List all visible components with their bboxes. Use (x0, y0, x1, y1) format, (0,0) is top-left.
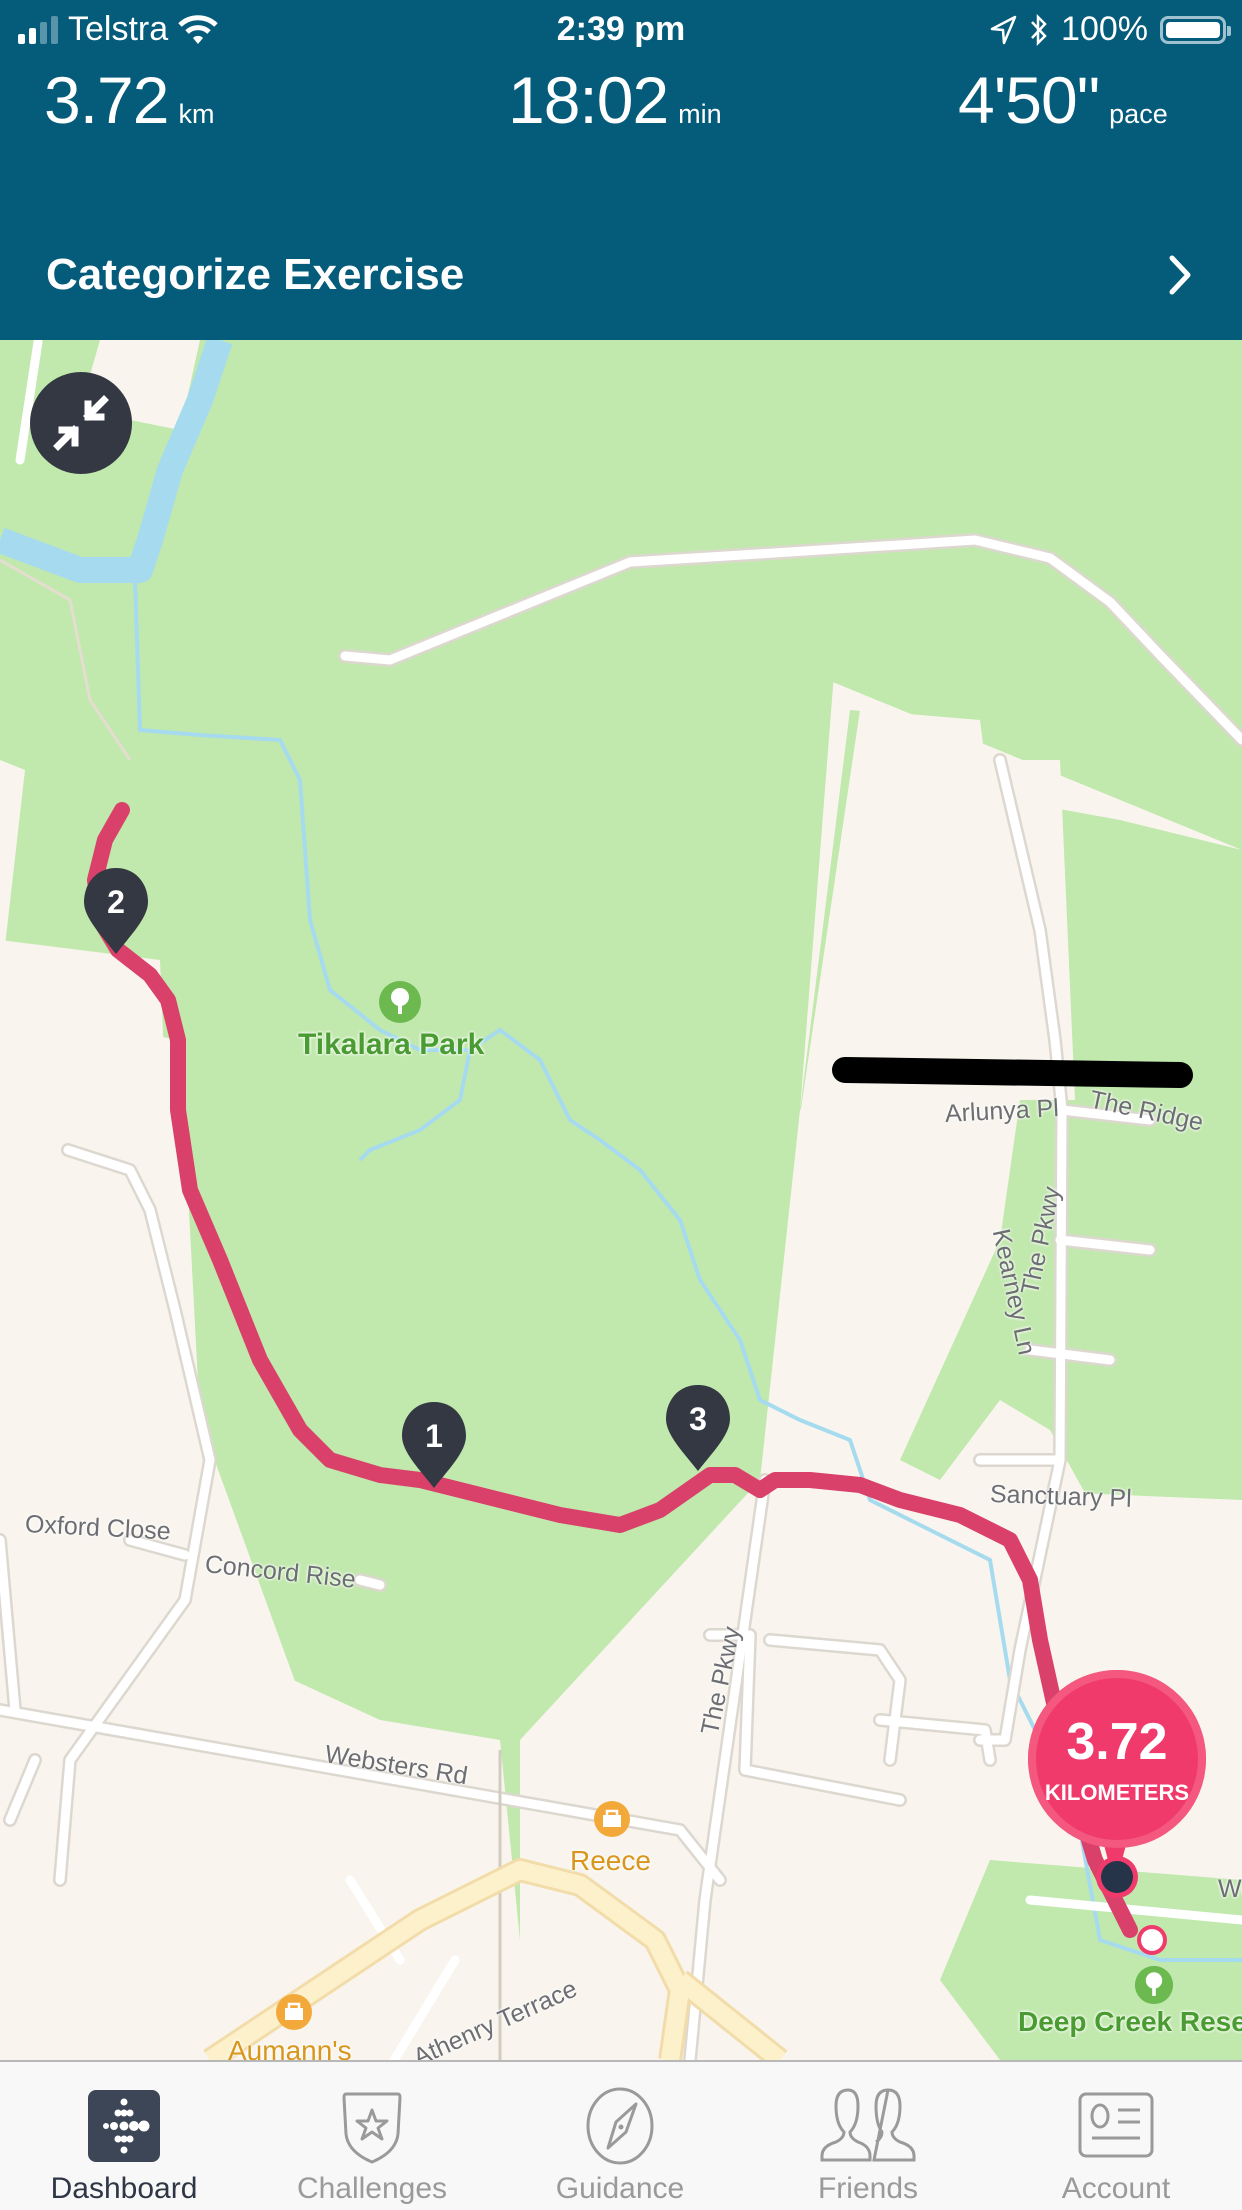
categorize-exercise-label: Categorize Exercise (46, 250, 465, 299)
friends-icon (820, 2088, 916, 2162)
workout-stats: 3.72 km 18:02 min 4'50" pace (0, 62, 1242, 142)
categorize-exercise-button[interactable]: Categorize Exercise (0, 230, 1242, 320)
poi-label: Reece (570, 1845, 651, 1876)
route-map[interactable]: Kearney Ln Arlunya Pl The Ridge The Pkwy… (0, 340, 1242, 2060)
pace-unit: pace (1109, 99, 1168, 129)
battery-icon (1160, 15, 1231, 44)
duration-value: 18:02 (508, 63, 669, 137)
split-marker[interactable]: 3 (664, 1383, 732, 1483)
bluetooth-icon (1031, 13, 1047, 46)
collapse-map-button[interactable] (30, 372, 132, 474)
shopping-bag-icon (594, 1801, 630, 1837)
shopping-bag-icon (276, 1994, 312, 2030)
split-number: 2 (107, 884, 125, 920)
split-number: 1 (425, 1418, 443, 1454)
status-bar: Telstra 2:39 pm 100% (0, 0, 1242, 60)
workout-header: Telstra 2:39 pm 100% 3.72 km 18:02 min 4… (0, 0, 1242, 340)
battery-percent: 100% (1061, 10, 1148, 48)
distance-badge-value: 3.72 (1066, 1713, 1168, 1771)
location-arrow-icon (990, 15, 1017, 44)
street-label: Sanctuary Pl (989, 1480, 1133, 1513)
split-marker[interactable]: 2 (82, 866, 150, 966)
tab-dashboard[interactable]: Dashboard (0, 2062, 248, 2210)
redaction-bar (832, 1057, 1193, 1088)
split-number: 3 (689, 1401, 707, 1437)
distance-badge: 3.72 KILOMETERS (1028, 1670, 1206, 1848)
duration-unit: min (678, 99, 722, 129)
tab-label: Dashboard (50, 2172, 198, 2205)
fitbit-dots-icon (88, 2090, 160, 2162)
tab-guidance[interactable]: Guidance (496, 2062, 744, 2210)
account-card-icon (1078, 2092, 1154, 2158)
end-point-icon (1096, 1856, 1138, 1898)
distance-value: 3.72 (44, 63, 169, 137)
pace-value: 4'50" (958, 63, 1100, 137)
park-label: Deep Creek Rese (1018, 2006, 1242, 2037)
tab-bar: Dashboard Challenges Guidance Friends Ac… (0, 2060, 1242, 2210)
stat-duration: 18:02 min (508, 62, 722, 138)
tab-label: Account (1061, 2172, 1171, 2205)
park-tree-icon (1134, 1965, 1174, 2005)
chevron-right-icon (1169, 255, 1191, 295)
distance-badge-label: KILOMETERS (1044, 1780, 1190, 1805)
start-point-icon (1137, 1925, 1167, 1955)
tab-friends[interactable]: Friends (744, 2062, 992, 2210)
distance-unit: km (178, 99, 215, 129)
street-label: Arlunya Pl (944, 1094, 1060, 1128)
split-marker[interactable]: 1 (400, 1400, 468, 1500)
park-label: Tikalara Park (298, 1028, 485, 1061)
stat-pace: 4'50" pace (958, 62, 1168, 138)
tab-label: Friends (817, 2172, 919, 2205)
tab-account[interactable]: Account (992, 2062, 1240, 2210)
status-right: 100% (989, 10, 1231, 49)
poi-label: Aumann's (228, 2035, 352, 2060)
collapse-arrows-icon (53, 395, 109, 451)
tab-label: Guidance (555, 2172, 685, 2205)
tab-label: Challenges (296, 2172, 448, 2205)
street-label: We (1218, 1875, 1242, 1903)
stat-distance: 3.72 km (44, 62, 214, 138)
park-tree-icon (379, 981, 421, 1023)
tab-challenges[interactable]: Challenges (248, 2062, 496, 2210)
star-badge-icon (342, 2092, 402, 2164)
compass-icon (586, 2087, 654, 2165)
